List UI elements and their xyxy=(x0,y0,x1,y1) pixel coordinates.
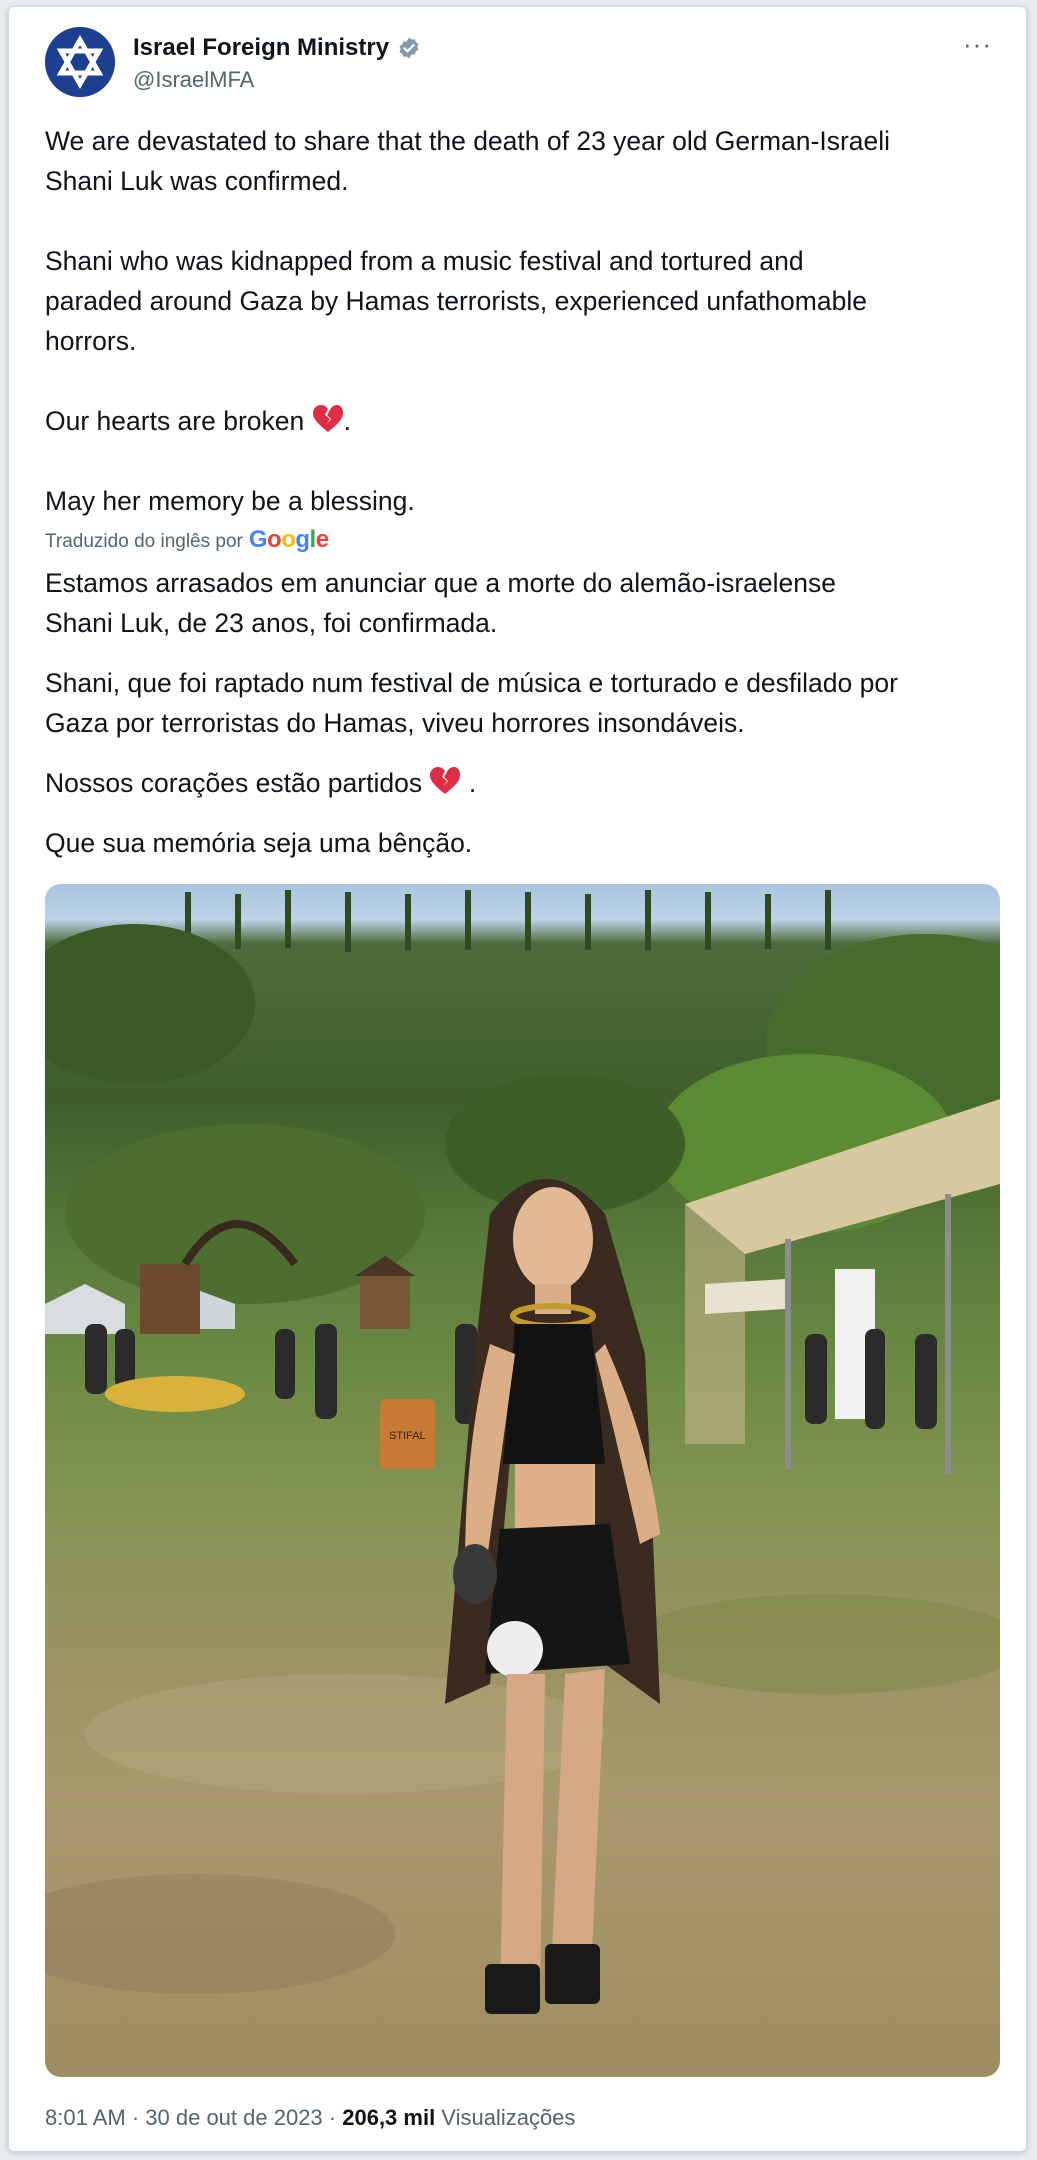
account-handle[interactable]: @IsraelMFA xyxy=(133,67,254,93)
tweet-text-paragraph-3: Our hearts are broken . xyxy=(45,401,1005,441)
tweet-meta: 8:01 AM · 30 de out de 2023 · 206,3 mil … xyxy=(45,2105,575,2131)
tweet-text-paragraph-4: May her memory be a blessing. xyxy=(45,486,415,516)
more-options-icon[interactable]: ··· xyxy=(963,31,992,57)
tweet-time[interactable]: 8:01 AM xyxy=(45,2105,126,2130)
broken-heart-icon xyxy=(430,767,461,794)
translation-label: Traduzido do inglês por xyxy=(45,531,243,552)
star-of-david-logo-icon xyxy=(45,27,115,97)
verified-badge-icon xyxy=(399,37,419,59)
views-count: 206,3 mil xyxy=(342,2105,436,2130)
broken-heart-icon xyxy=(312,405,343,432)
tweet-text-paragraph-1: We are devastated to share that the deat… xyxy=(45,126,891,196)
translation-paragraph-3-text: Nossos corações estão partidos xyxy=(45,768,423,798)
translation-paragraph-3: Nossos corações estão partidos . xyxy=(45,763,1005,803)
festival-photo-illustration: STIFAL xyxy=(45,890,1000,2014)
avatar[interactable] xyxy=(45,27,115,97)
barrel-label: STIFAL xyxy=(389,1430,426,1442)
views-label: Visualizações xyxy=(435,2105,576,2130)
tweet-text-paragraph-3-end: . xyxy=(343,406,351,436)
tweet-date[interactable]: 30 de out de 2023 xyxy=(145,2105,322,2130)
account-name-row: Israel Foreign Ministry xyxy=(133,34,421,62)
meta-separator: · xyxy=(322,2105,343,2130)
google-logo: Google xyxy=(248,526,329,553)
tweet-text-paragraph-3-text: Our hearts are broken xyxy=(45,406,305,436)
account-name[interactable]: Israel Foreign Ministry xyxy=(133,34,389,62)
tweet-text-paragraph-2: Shani who was kidnapped from a music fes… xyxy=(45,246,867,356)
translation-paragraph-1: Estamos arrasados em anunciar que a mort… xyxy=(45,568,836,638)
translation-paragraph-2: Shani, que foi raptado num festival de m… xyxy=(45,668,898,738)
translation-attribution[interactable]: Traduzido do inglês por Google xyxy=(45,526,329,554)
tweet-photo[interactable]: STIFAL xyxy=(45,884,1000,2077)
translation-paragraph-4: Que sua memória seja uma bênção. xyxy=(45,828,473,858)
translation-paragraph-3-end: . xyxy=(461,768,477,798)
meta-separator: · xyxy=(125,2105,146,2130)
tweet-card: Israel Foreign Ministry @IsraelMFA ··· W… xyxy=(8,6,1027,2152)
